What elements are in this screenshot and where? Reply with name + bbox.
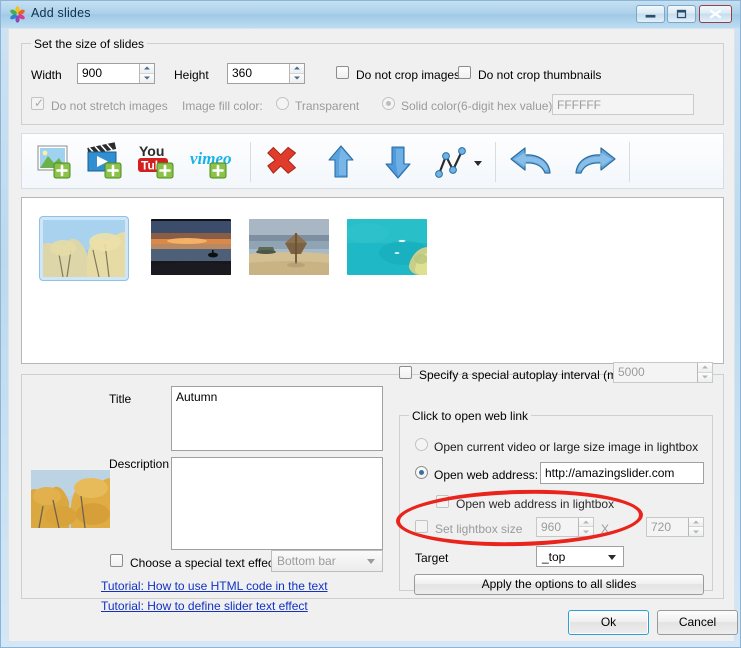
open-in-lightbox-checkbox[interactable]	[436, 495, 449, 508]
open-lightbox-label: Open current video or large size image i…	[434, 440, 699, 454]
slides-list[interactable]	[21, 197, 724, 364]
slide-preview-thumbnail	[31, 470, 110, 531]
special-text-effect-checkbox[interactable]	[110, 554, 123, 567]
width-label: Width	[31, 68, 62, 82]
lightbox-height-stepper[interactable]: 720	[646, 517, 704, 537]
slide-thumbnail-sunset[interactable]	[151, 219, 231, 275]
lightbox-width-spin-up[interactable]	[579, 518, 593, 527]
do-not-crop-thumbnails-label: Do not crop thumbnails	[478, 68, 602, 82]
description-label: Description	[109, 457, 170, 471]
slides-toolbar: You Tub vimeo	[21, 133, 724, 189]
arrow-up-icon[interactable]	[320, 142, 362, 182]
width-spin-up[interactable]	[140, 64, 154, 74]
title-label: Title	[109, 392, 132, 406]
size-group-legend: Set the size of slides	[31, 37, 148, 51]
web-link-group: Click to open web link Open current vide…	[399, 409, 713, 595]
target-combobox[interactable]: _top	[536, 546, 624, 567]
autoplay-spin-up[interactable]	[698, 363, 712, 373]
do-not-stretch-images-checkbox[interactable]: ✓	[31, 97, 44, 110]
text-effect-value: Bottom bar	[277, 554, 336, 568]
autoplay-interval-label: Specify a special autoplay interval (ms)…	[419, 368, 631, 382]
transparent-label: Transparent	[295, 99, 360, 113]
cancel-button[interactable]: Cancel	[657, 610, 738, 635]
open-web-address-radio[interactable]	[415, 466, 428, 479]
window-titlebar: Add slides	[1, 1, 740, 28]
height-spin-buttons[interactable]	[289, 64, 304, 83]
chevron-down-icon	[367, 559, 375, 564]
add-vimeo-icon[interactable]: vimeo	[188, 142, 232, 182]
dialog-client-area: Set the size of slides Width 900 Height …	[8, 28, 738, 642]
open-in-lightbox-label: Open web address in lightbox	[456, 497, 615, 511]
autoplay-interval-checkbox[interactable]	[399, 366, 412, 379]
autoplay-spin-down[interactable]	[698, 372, 712, 382]
red-x-delete-icon[interactable]	[263, 142, 305, 182]
close-icon[interactable]	[699, 5, 732, 23]
add-youtube-icon[interactable]: You Tub	[135, 142, 177, 182]
slide-thumbnail-turquoise-sea[interactable]	[347, 219, 427, 275]
web-link-group-legend: Click to open web link	[409, 409, 532, 423]
lightbox-size-x-label: X	[601, 522, 610, 536]
autoplay-interval-stepper[interactable]: 5000	[613, 362, 713, 383]
size-of-slides-group: Set the size of slides Width 900 Height …	[21, 37, 724, 125]
app-logo-pinwheel-icon	[9, 6, 26, 23]
toolbar-separator-2	[495, 142, 496, 182]
apply-to-all-slides-button[interactable]: Apply the options to all slides	[414, 574, 704, 595]
special-text-effect-label: Choose a special text effect	[130, 556, 278, 570]
add-image-icon[interactable]	[33, 142, 75, 182]
add-slides-window: Add slides Set the size of slides Width …	[0, 0, 741, 648]
web-address-input[interactable]: http://amazingslider.com	[540, 462, 704, 484]
height-stepper[interactable]: 360	[227, 63, 305, 84]
do-not-stretch-images-label: Do not stretch images	[51, 99, 168, 113]
autoplay-spin-buttons[interactable]	[697, 363, 712, 382]
ok-button[interactable]: Ok	[568, 610, 649, 635]
target-value: _top	[542, 550, 566, 564]
lightbox-height-spin-down[interactable]	[689, 527, 703, 536]
open-lightbox-radio[interactable]	[415, 438, 428, 451]
set-lightbox-size-label: Set lightbox size	[435, 522, 523, 536]
do-not-crop-images-checkbox[interactable]	[336, 66, 349, 79]
slide-thumbnail-beach-umbrella[interactable]	[249, 219, 329, 275]
undo-arrow-icon[interactable]	[507, 142, 559, 182]
width-stepper[interactable]: 900	[77, 63, 155, 84]
toolbar-separator	[250, 142, 251, 182]
minimize-icon[interactable]	[636, 5, 665, 23]
lightbox-width-spin-buttons[interactable]	[578, 518, 593, 536]
text-effect-combobox[interactable]: Bottom bar	[271, 550, 383, 572]
slide-thumbnail-autumn[interactable]	[39, 216, 129, 281]
lightbox-height-spin-up[interactable]	[689, 518, 703, 527]
height-label: Height	[174, 68, 209, 82]
add-video-icon[interactable]	[84, 142, 126, 182]
width-spin-down[interactable]	[140, 73, 154, 83]
lightbox-width-spin-down[interactable]	[579, 527, 593, 536]
solid-color-radio[interactable]	[382, 97, 395, 110]
window-title: Add slides	[31, 6, 91, 20]
tutorial-text-effect-link[interactable]: Tutorial: How to define slider text effe…	[101, 599, 308, 613]
svg-text:You: You	[139, 143, 164, 159]
redo-arrow-icon[interactable]	[567, 142, 619, 182]
line-chart-icon[interactable]	[434, 142, 468, 182]
title-input[interactable]: Autumn	[171, 386, 383, 451]
target-label: Target	[415, 551, 449, 565]
toolbar-separator-3	[629, 142, 630, 182]
height-spin-down[interactable]	[290, 73, 304, 83]
image-fill-color-label: Image fill color:	[182, 99, 263, 113]
description-input[interactable]	[171, 457, 383, 550]
tutorial-html-link[interactable]: Tutorial: How to use HTML code in the te…	[101, 579, 328, 593]
maximize-icon[interactable]	[667, 5, 696, 23]
solid-color-label: Solid color(6-digit hex value):	[401, 99, 556, 113]
transparent-radio[interactable]	[276, 97, 289, 110]
arrow-down-icon[interactable]	[377, 142, 419, 182]
solid-color-input[interactable]: FFFFFF	[552, 94, 694, 115]
open-web-address-label: Open web address:	[434, 468, 539, 482]
width-spin-buttons[interactable]	[139, 64, 154, 83]
chevron-down-icon	[608, 554, 616, 560]
height-spin-up[interactable]	[290, 64, 304, 74]
chevron-down-icon[interactable]	[471, 142, 485, 182]
do-not-crop-thumbnails-checkbox[interactable]	[458, 66, 471, 79]
lightbox-width-stepper[interactable]: 960	[536, 517, 594, 537]
lightbox-height-spin-buttons[interactable]	[688, 518, 703, 536]
do-not-crop-images-label: Do not crop images	[356, 68, 461, 82]
set-lightbox-size-checkbox[interactable]	[415, 520, 428, 533]
